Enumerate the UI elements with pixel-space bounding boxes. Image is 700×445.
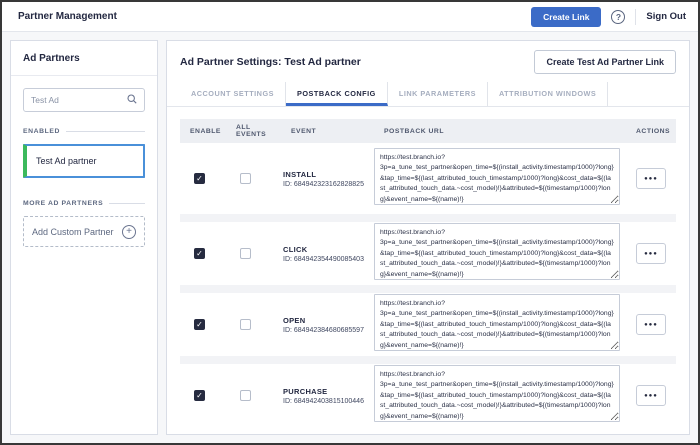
enable-cell: ✓ (180, 319, 226, 330)
event-name: CLICK (283, 245, 374, 254)
sidebar-body: ENABLED Test Ad partner MORE AD PARTNERS… (11, 76, 157, 259)
checkmark-icon: ✓ (196, 174, 203, 183)
event-id: ID: 684942354490085403 (283, 256, 374, 263)
partner-search-input[interactable] (31, 95, 127, 105)
checkmark-icon: ✓ (196, 249, 203, 258)
partner-search-box[interactable] (23, 88, 145, 112)
all-events-cell (226, 173, 281, 184)
postback-url-textarea[interactable]: https://test.branch.io? 3p=a_tune_test_p… (374, 294, 620, 351)
tab-attribution-windows[interactable]: ATTRIBUTION WINDOWS (488, 82, 608, 106)
postback-url-cell: https://test.branch.io? 3p=a_tune_test_p… (374, 223, 626, 285)
partner-item-label: Test Ad partner (36, 156, 97, 166)
enabled-section-label: ENABLED (23, 128, 145, 135)
actions-cell: ●●● (626, 385, 676, 406)
row-actions-button[interactable]: ●●● (636, 243, 666, 264)
table-row-install: ✓ INSTALL ID: 684942323162828825 https:/… (180, 143, 676, 214)
column-header-postback-url: POSTBACK URL (374, 128, 626, 135)
create-test-ad-partner-link-button[interactable]: Create Test Ad Partner Link (534, 50, 676, 74)
enable-cell: ✓ (180, 173, 226, 184)
enable-cell: ✓ (180, 248, 226, 259)
actions-cell: ●●● (626, 314, 676, 335)
create-link-button[interactable]: Create Link (531, 7, 601, 27)
app-window: Partner Management Create Link ? Sign Ou… (0, 0, 700, 445)
ellipsis-icon: ●●● (644, 176, 658, 182)
table-row-open: ✓ OPEN ID: 684942384680685597 https://te… (180, 285, 676, 356)
ad-partner-settings-panel: Ad Partner Settings: Test Ad partner Cre… (166, 40, 690, 435)
all-events-cell (226, 248, 281, 259)
more-partners-label-text: MORE AD PARTNERS (23, 200, 103, 207)
tab-postback-config[interactable]: POSTBACK CONFIG (286, 82, 388, 106)
postback-url-cell: https://test.branch.io? 3p=a_tune_test_p… (374, 294, 626, 356)
section-rule (109, 203, 145, 204)
add-custom-partner-label: Add Custom Partner (32, 227, 114, 237)
sidebar-item-test-ad-partner[interactable]: Test Ad partner (23, 144, 145, 178)
event-name: INSTALL (283, 170, 374, 179)
all-events-checkbox[interactable] (240, 248, 251, 259)
event-id: ID: 684942323162828825 (283, 181, 374, 188)
plus-icon: + (122, 225, 136, 239)
more-partners-section-label: MORE AD PARTNERS (23, 200, 145, 207)
postback-table: ENABLE ALL EVENTS EVENT POSTBACK URL ACT… (167, 107, 689, 434)
all-events-cell (226, 390, 281, 401)
enable-checkbox[interactable]: ✓ (194, 248, 205, 259)
help-icon[interactable]: ? (611, 10, 625, 24)
row-actions-button[interactable]: ●●● (636, 168, 666, 189)
row-actions-button[interactable]: ●●● (636, 314, 666, 335)
add-custom-partner-button[interactable]: Add Custom Partner + (23, 216, 145, 247)
event-cell: INSTALL ID: 684942323162828825 (281, 170, 374, 188)
actions-cell: ●●● (626, 168, 676, 189)
actions-cell: ●●● (626, 243, 676, 264)
event-cell: PURCHASE ID: 684942403815100446 (281, 387, 374, 405)
topbar-divider (635, 9, 636, 25)
enable-checkbox[interactable]: ✓ (194, 319, 205, 330)
table-row-click: ✓ CLICK ID: 684942354490085403 https://t… (180, 214, 676, 285)
enable-checkbox[interactable]: ✓ (194, 173, 205, 184)
all-events-checkbox[interactable] (240, 173, 251, 184)
postback-url-cell: https://test.branch.io? 3p=a_tune_test_p… (374, 365, 626, 427)
postback-url-textarea[interactable]: https://test.branch.io? 3p=a_tune_test_p… (374, 365, 620, 422)
event-name: PURCHASE (283, 387, 374, 396)
checkmark-icon: ✓ (196, 391, 203, 400)
search-icon (127, 91, 137, 109)
tab-account-settings[interactable]: ACCOUNT SETTINGS (180, 82, 286, 106)
enable-checkbox[interactable]: ✓ (194, 390, 205, 401)
postback-url-textarea[interactable]: https://test.branch.io? 3p=a_tune_test_p… (374, 223, 620, 280)
top-bar: Partner Management Create Link ? Sign Ou… (2, 2, 698, 32)
sign-out-link[interactable]: Sign Out (646, 11, 686, 22)
event-cell: OPEN ID: 684942384680685597 (281, 316, 374, 334)
row-actions-button[interactable]: ●●● (636, 385, 666, 406)
checkmark-icon: ✓ (196, 320, 203, 329)
enable-cell: ✓ (180, 390, 226, 401)
content-area: Ad Partners ENABLED Test Ad partner MORE (2, 32, 698, 443)
event-name: OPEN (283, 316, 374, 325)
ellipsis-icon: ●●● (644, 322, 658, 328)
all-events-cell (226, 319, 281, 330)
event-cell: CLICK ID: 684942354490085403 (281, 245, 374, 263)
panel-header: Ad Partner Settings: Test Ad partner Cre… (167, 41, 689, 82)
tab-link-parameters[interactable]: LINK PARAMETERS (388, 82, 488, 106)
topbar-actions: Create Link ? Sign Out (531, 7, 686, 27)
ellipsis-icon: ●●● (644, 393, 658, 399)
all-events-checkbox[interactable] (240, 319, 251, 330)
postback-url-cell: https://test.branch.io? 3p=a_tune_test_p… (374, 148, 626, 210)
table-header-row: ENABLE ALL EVENTS EVENT POSTBACK URL ACT… (180, 119, 676, 143)
panel-title: Ad Partner Settings: Test Ad partner (180, 56, 361, 68)
table-row-purchase: ✓ PURCHASE ID: 684942403815100446 https:… (180, 356, 676, 427)
column-header-enable: ENABLE (180, 128, 226, 135)
section-rule (66, 131, 145, 132)
event-id: ID: 684942403815100446 (283, 398, 374, 405)
ellipsis-icon: ●●● (644, 251, 658, 257)
enabled-label-text: ENABLED (23, 128, 60, 135)
column-header-all-events: ALL EVENTS (226, 124, 281, 138)
page-title: Partner Management (18, 11, 117, 22)
settings-tabs: ACCOUNT SETTINGS POSTBACK CONFIG LINK PA… (167, 82, 689, 107)
ad-partners-sidebar: Ad Partners ENABLED Test Ad partner MORE (10, 40, 158, 435)
all-events-checkbox[interactable] (240, 390, 251, 401)
postback-url-textarea[interactable]: https://test.branch.io? 3p=a_tune_test_p… (374, 148, 620, 205)
column-header-event: EVENT (281, 128, 374, 135)
sidebar-title: Ad Partners (11, 41, 157, 76)
event-id: ID: 684942384680685597 (283, 327, 374, 334)
column-header-actions: ACTIONS (626, 128, 676, 135)
